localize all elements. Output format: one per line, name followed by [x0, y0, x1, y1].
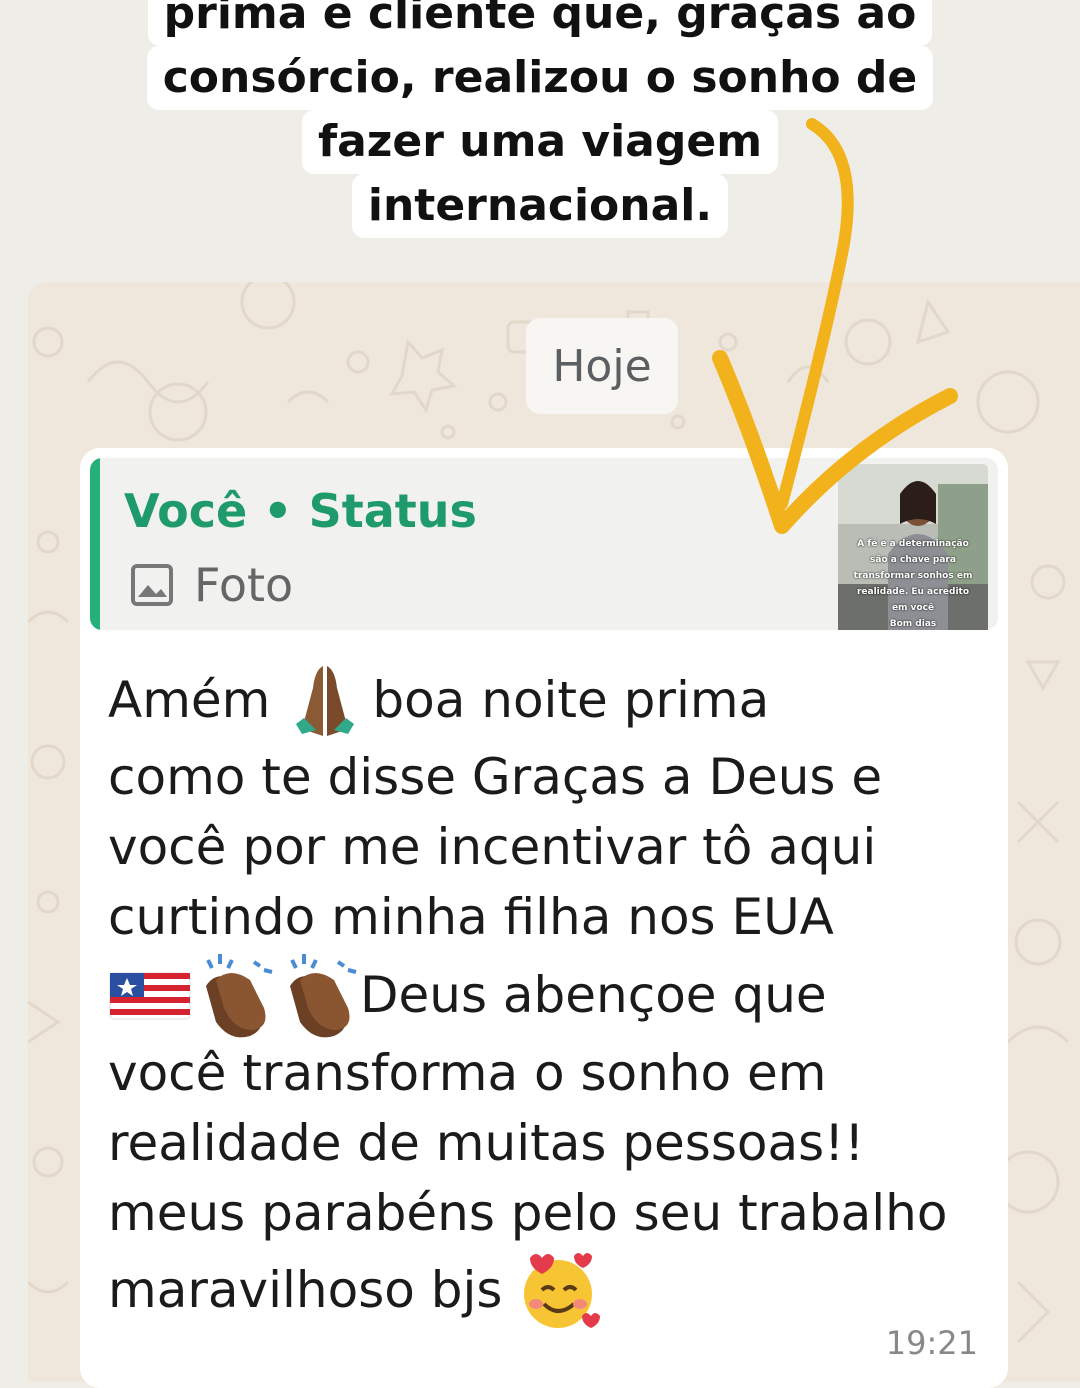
date-separator: Hoje [526, 318, 678, 414]
flag-emoji [109, 972, 191, 1020]
message-line: você por me incentivar tô aqui [108, 818, 877, 876]
quote-media-type: Foto [130, 558, 293, 612]
caption-line: prima e cliente que, graças ao [147, 0, 933, 46]
image-icon [131, 564, 173, 606]
message-bubble[interactable]: Você • Status Foto A fé e a determinação… [80, 448, 1008, 1388]
quote-author: Você • Status [124, 484, 477, 538]
message-line: realidade de muitas pessoas!! [108, 1114, 865, 1172]
status-thumbnail[interactable]: A fé e a determinação são a chave para t… [838, 464, 988, 630]
quote-type-label: Foto [194, 558, 294, 612]
clapping-hands-emoji [290, 954, 357, 1038]
caption-line: internacional. [351, 174, 729, 238]
message-line: meus parabéns pelo seu trabalho [108, 1184, 948, 1242]
message-line: Deus abençoe que [108, 952, 988, 1038]
thumbnail-caption: A fé e a determinação são a chave para t… [853, 539, 973, 629]
message-line: como te disse Graças a Deus e [108, 748, 883, 806]
smiling-face-with-hearts-emoji [524, 1253, 601, 1328]
folded-hands-emoji [296, 666, 355, 736]
caption-line: fazer uma viagem [301, 110, 779, 174]
message-line: maravilhoso bjs [108, 1248, 988, 1332]
clapping-hands-emoji [206, 954, 273, 1038]
quoted-status-reply[interactable]: Você • Status Foto A fé e a determinação… [90, 458, 998, 630]
message-timestamp: 19:21 [885, 1324, 978, 1362]
message-line: Amém boa noite prima [108, 658, 988, 742]
message-text: Amém boa noite prima como te disse Graça… [108, 658, 988, 1332]
story-caption: prima e cliente que, graças ao consórcio… [0, 0, 1080, 238]
message-line: curtindo minha filha nos EUA [108, 888, 834, 946]
caption-line: consórcio, realizou o sonho de [146, 46, 934, 110]
quote-accent-bar [90, 458, 100, 630]
message-line: você transforma o sonho em [108, 1044, 827, 1102]
